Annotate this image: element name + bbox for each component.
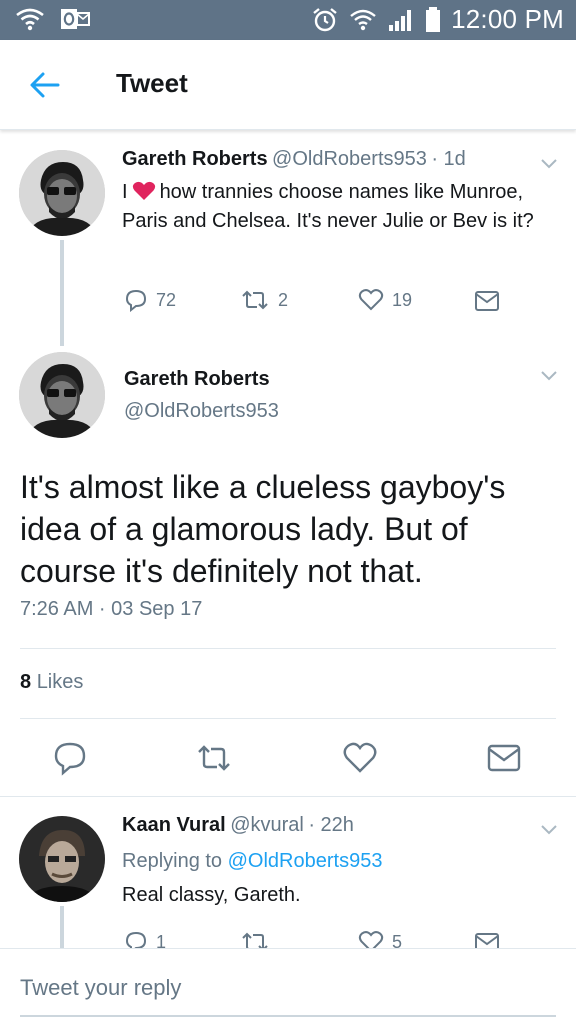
replying-to-link[interactable]: @OldRoberts953 [228,850,383,872]
like-count: 19 [392,289,413,310]
replying-to: Replying to @OldRoberts953 [122,850,383,872]
wifi-icon [349,6,377,34]
reply-count: 72 [156,289,177,310]
back-arrow-icon[interactable] [28,70,62,100]
retweet-count: 2 [278,289,289,310]
divider [20,648,556,649]
chevron-down-icon[interactable] [540,370,558,382]
author-name[interactable]: Kaan Vural [122,814,226,836]
app-header: Tweet [0,40,576,130]
author-handle[interactable]: @kvural [230,814,304,836]
like-action[interactable]: 19 [358,288,412,312]
thread-line [60,906,64,948]
heart-icon[interactable] [342,740,378,776]
direct-message-icon[interactable] [486,740,522,776]
reply-input[interactable]: Tweet your reply [20,975,181,1001]
divider [20,718,556,719]
author-handle[interactable]: @OldRoberts953 [124,400,279,423]
retweet-action[interactable]: 2 [240,288,288,312]
tweet-age: · 22h [308,814,354,836]
author-name[interactable]: Gareth Roberts [124,368,270,391]
likes-count: 8 [20,671,32,693]
wifi-call-icon [14,6,46,32]
divider [0,796,576,797]
likes-label: Likes [36,671,84,693]
signal-icon [387,7,415,33]
author-handle[interactable]: @OldRoberts953 [272,148,427,170]
thread-line [60,240,64,346]
retweet-icon [242,290,268,310]
alarm-icon [311,6,339,34]
likes-summary[interactable]: 8 Likes [20,671,83,694]
outlook-icon [60,6,90,32]
avatar[interactable] [19,150,105,236]
tweet-text: Ihow trannies choose names like Munroe, … [122,181,534,232]
chevron-down-icon[interactable] [540,824,558,836]
reply-composer[interactable]: Tweet your reply [0,948,576,1024]
status-bar: 12:00 PM [0,0,576,40]
clock: 12:00 PM [451,4,564,34]
direct-message-icon[interactable] [474,290,500,312]
battery-icon [425,6,441,34]
reply-icon[interactable] [52,740,88,776]
tweet-text: It's almost like a clueless gayboy's ide… [20,469,506,589]
chevron-down-icon[interactable] [540,158,558,170]
heart-emoji-icon [132,181,155,200]
author-name[interactable]: Gareth Roberts [122,148,268,170]
retweet-icon[interactable] [196,740,232,776]
heart-icon [358,289,384,311]
tweet-timestamp: 7:26 AM · 03 Sep 17 [20,598,203,620]
reply-icon [125,289,147,312]
avatar[interactable] [19,352,105,438]
reply-action[interactable]: 72 [124,288,176,312]
input-underline [20,1015,556,1017]
avatar[interactable] [19,816,105,902]
page-title: Tweet [116,68,188,98]
tweet-text: Real classy, Gareth. [122,884,301,906]
tweet-age: · 1d [431,148,466,170]
